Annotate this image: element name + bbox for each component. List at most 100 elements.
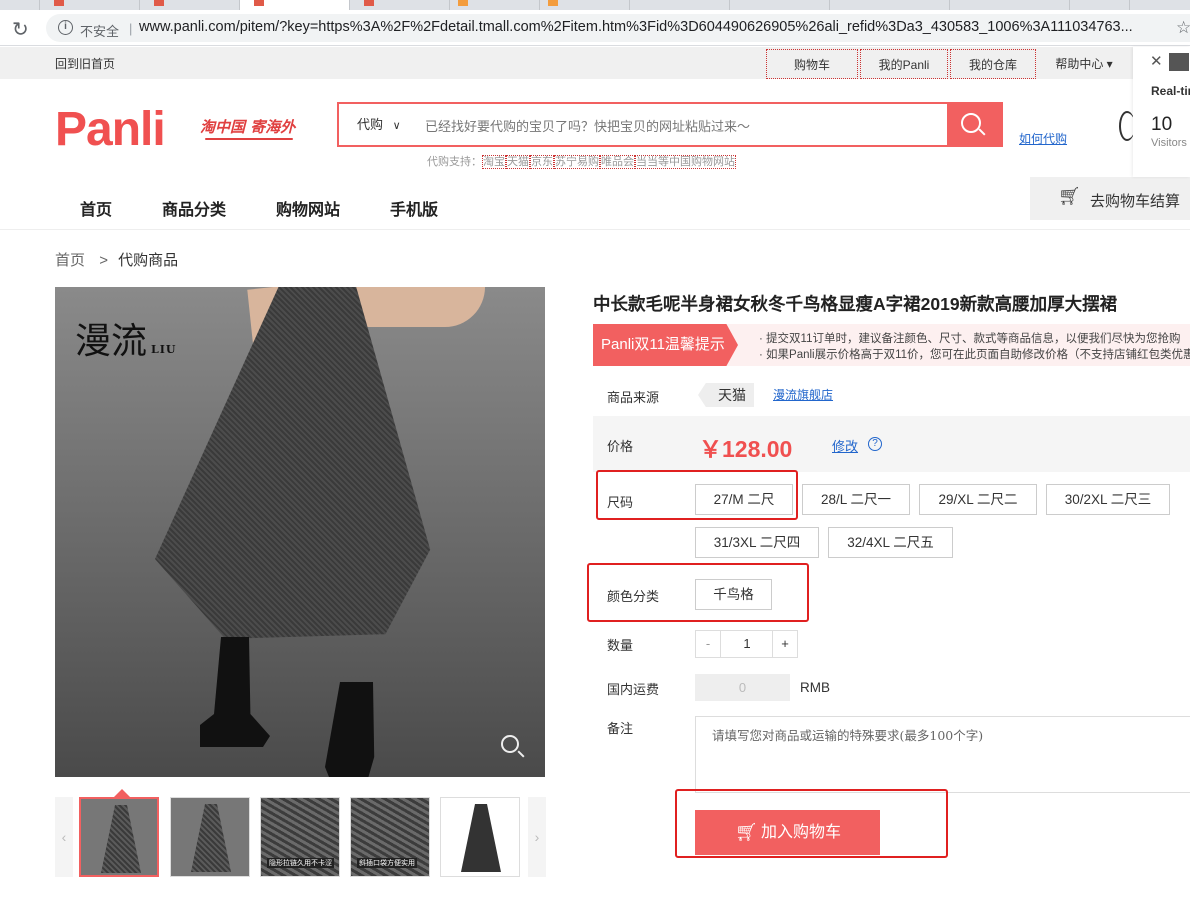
quantity-decrease-button[interactable]: - xyxy=(696,631,721,657)
browser-tab[interactable] xyxy=(830,0,950,10)
browser-tab[interactable] xyxy=(450,0,540,10)
search-input[interactable]: 已经找好要代购的宝贝了吗？快把宝贝的网址粘贴过来～ xyxy=(425,116,750,135)
price-value: ￥128.00 xyxy=(699,436,793,462)
browser-tab[interactable] xyxy=(0,0,40,10)
thumbnail-image xyxy=(191,804,231,872)
size-option[interactable]: 32/4XL 二尺五 xyxy=(828,527,953,558)
search-category-select[interactable]: 代购 ∨ xyxy=(339,104,417,145)
browser-tab[interactable] xyxy=(950,0,1070,10)
cart-icon: 🛒︎ xyxy=(1058,186,1081,206)
support-site-dangdang[interactable]: 当当等中国购物网站 xyxy=(635,155,736,169)
chart-icon[interactable] xyxy=(1169,53,1189,71)
url-text[interactable]: www.panli.com/pitem/?key=https%3A%2F%2Fd… xyxy=(139,19,1169,35)
note-label: 备注 xyxy=(607,721,634,736)
nav-categories[interactable]: 商品分类 xyxy=(162,196,226,220)
nav-mobile[interactable]: 手机版 xyxy=(390,196,438,220)
nav-home[interactable]: 首页 xyxy=(80,196,112,220)
size-option[interactable]: 30/2XL 二尺三 xyxy=(1046,484,1170,515)
shipping-label: 国内运费 xyxy=(607,682,660,697)
thumbnail-image xyxy=(101,805,141,873)
size-option[interactable]: 29/XL 二尺二 xyxy=(919,484,1037,515)
close-icon[interactable]: ✕ xyxy=(1150,52,1163,70)
notice-badge: Panli双11温馨提示 xyxy=(593,324,738,366)
browser-tab-active[interactable] xyxy=(240,0,350,10)
bookmark-star-icon[interactable]: ☆ xyxy=(1176,18,1190,38)
back-to-old-home-link[interactable]: 回到旧首页 xyxy=(55,55,115,72)
topbar-link-warehouse[interactable]: 我的仓库 xyxy=(950,49,1036,79)
visitor-count: 10 xyxy=(1151,114,1173,135)
quantity-stepper: - 1 + xyxy=(695,630,798,658)
main-product-image[interactable]: 漫流 LIU xyxy=(55,287,545,777)
realtime-title: Real-tim xyxy=(1151,84,1190,98)
breadcrumb-current: 代购商品 xyxy=(118,252,179,269)
thumbnail-image xyxy=(461,804,501,872)
thumbnail-2[interactable] xyxy=(170,797,250,877)
boot-right xyxy=(325,682,375,777)
address-separator: | xyxy=(129,21,133,36)
thumbnail-3[interactable]: 隐形拉链久用不卡涩 xyxy=(260,797,340,877)
nav-shopping-sites[interactable]: 购物网站 xyxy=(276,196,340,220)
thumbnail-1[interactable] xyxy=(79,797,159,877)
thumbnail-selected-marker xyxy=(114,789,130,797)
breadcrumb-home[interactable]: 首页 xyxy=(55,252,85,269)
browser-tab[interactable] xyxy=(350,0,450,10)
search-button[interactable] xyxy=(947,104,1001,145)
panli-logo[interactable]: Panli xyxy=(55,102,166,157)
topbar-link-help[interactable]: 帮助中心 ▾ xyxy=(1040,49,1128,79)
search-category-label: 代购 xyxy=(357,117,384,132)
support-site-suning[interactable]: 苏宁易购 xyxy=(554,155,600,169)
header-divider xyxy=(0,229,1190,230)
quantity-input[interactable]: 1 xyxy=(722,631,772,657)
modify-price-link[interactable]: 修改 xyxy=(832,436,858,455)
browser-tab[interactable] xyxy=(730,0,830,10)
tab-favicon-icon xyxy=(548,0,558,6)
price-label: 价格 xyxy=(607,439,634,454)
how-to-order-link[interactable]: 如何代购 xyxy=(1019,130,1067,147)
visitors-label: Visitors xyxy=(1151,137,1187,149)
support-site-taobao[interactable]: 淘宝 xyxy=(482,155,506,169)
browser-tab[interactable] xyxy=(630,0,730,10)
tab-favicon-icon xyxy=(458,0,468,6)
browser-tab[interactable] xyxy=(540,0,630,10)
size-option[interactable]: 31/3XL 二尺四 xyxy=(695,527,819,558)
breadcrumb: 首页 > 代购商品 xyxy=(55,249,178,270)
size-annotation-box xyxy=(596,470,798,520)
thumbnail-prev-arrow-icon[interactable]: ‹ xyxy=(55,797,73,877)
source-tag: 天猫 xyxy=(698,383,754,407)
topbar-link-cart[interactable]: 购物车 xyxy=(766,49,858,79)
info-icon[interactable]: i xyxy=(58,20,73,35)
size-option[interactable]: 28/L 二尺一 xyxy=(802,484,910,515)
add-to-cart-annotation-box xyxy=(675,789,948,858)
reload-icon[interactable]: ↻ xyxy=(12,17,29,42)
quantity-increase-button[interactable]: + xyxy=(772,631,797,657)
slogan-underline xyxy=(205,138,293,140)
browser-tab[interactable] xyxy=(1070,0,1130,10)
browser-tab[interactable] xyxy=(140,0,240,10)
boot-left xyxy=(200,637,270,747)
thumbnail-4[interactable]: 斜插口袋方便实用 xyxy=(350,797,430,877)
note-textarea[interactable]: 请填写您对商品或运输的特殊要求(最多100个字) xyxy=(695,716,1190,793)
site-top-bar: 回到旧首页 购物车 我的Panli 我的仓库 帮助中心 ▾ xyxy=(0,47,1190,79)
support-site-tmall[interactable]: 天猫 xyxy=(506,155,530,169)
help-icon[interactable]: ? xyxy=(868,437,882,451)
color-annotation-box xyxy=(587,563,809,622)
thumbnail-caption: 斜插口袋方便实用 xyxy=(357,858,417,868)
search-icon-handle xyxy=(978,128,986,136)
price-row xyxy=(593,416,1190,472)
zoom-icon[interactable] xyxy=(501,735,519,753)
support-sites: 代购支持：淘宝 天猫 京东 苏宁易购 唯品会 当当等中国购物网站 xyxy=(427,153,736,169)
support-site-vip[interactable]: 唯品会 xyxy=(600,155,635,169)
topbar-link-my-panli[interactable]: 我的Panli xyxy=(860,49,948,79)
thumbnail-5[interactable] xyxy=(440,797,520,877)
thumbnail-next-arrow-icon[interactable]: › xyxy=(528,797,546,877)
security-label[interactable]: 不安全 xyxy=(80,21,119,40)
go-to-cart-button[interactable]: 🛒︎ 去购物车结算 xyxy=(1030,177,1190,220)
browser-tab[interactable] xyxy=(40,0,140,10)
skirt-shape xyxy=(155,287,431,639)
thumbnail-strip: ‹ 隐形拉链久用不卡涩 斜插口袋方便实用 › xyxy=(55,797,546,877)
shop-link[interactable]: 漫流旗舰店 xyxy=(773,386,833,403)
notice-line-1: · 提交双11订单时，建议备注颜色、尺寸、款式等商品信息，以便我们尽快为您抢购 xyxy=(759,333,1181,345)
support-site-jd[interactable]: 京东 xyxy=(530,155,554,169)
brand-text: 漫流 xyxy=(75,321,148,362)
thumbnail-caption: 隐形拉链久用不卡涩 xyxy=(267,858,334,868)
